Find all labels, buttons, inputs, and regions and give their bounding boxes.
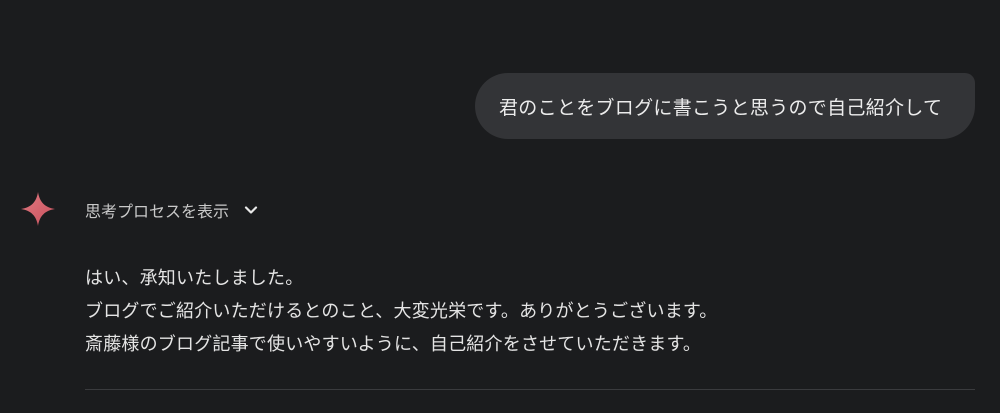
user-message-bubble: 君のことをブログに書こうと思うので自己紹介して bbox=[475, 73, 975, 139]
user-message-text: 君のことをブログに書こうと思うので自己紹介して bbox=[499, 96, 943, 119]
chevron-down-icon bbox=[244, 206, 258, 214]
divider bbox=[85, 389, 975, 390]
sparkle-icon bbox=[21, 192, 55, 226]
assistant-response: はい、承知いたしました。 ブログでご紹介いただけるとのこと、大変光栄です。ありが… bbox=[85, 262, 975, 361]
response-line: はい、承知いたしました。 bbox=[85, 268, 304, 289]
response-line: 斎藤様のブログ記事で使いやすいように、自己紹介をさせていただきます。 bbox=[85, 334, 702, 355]
show-thinking-process-label: 思考プロセスを表示 bbox=[85, 202, 230, 221]
response-line: ブログでご紹介いただけるとのこと、大変光栄です。ありがとうございます。 bbox=[85, 301, 718, 322]
show-thinking-process-toggle[interactable]: 思考プロセスを表示 bbox=[85, 196, 259, 224]
